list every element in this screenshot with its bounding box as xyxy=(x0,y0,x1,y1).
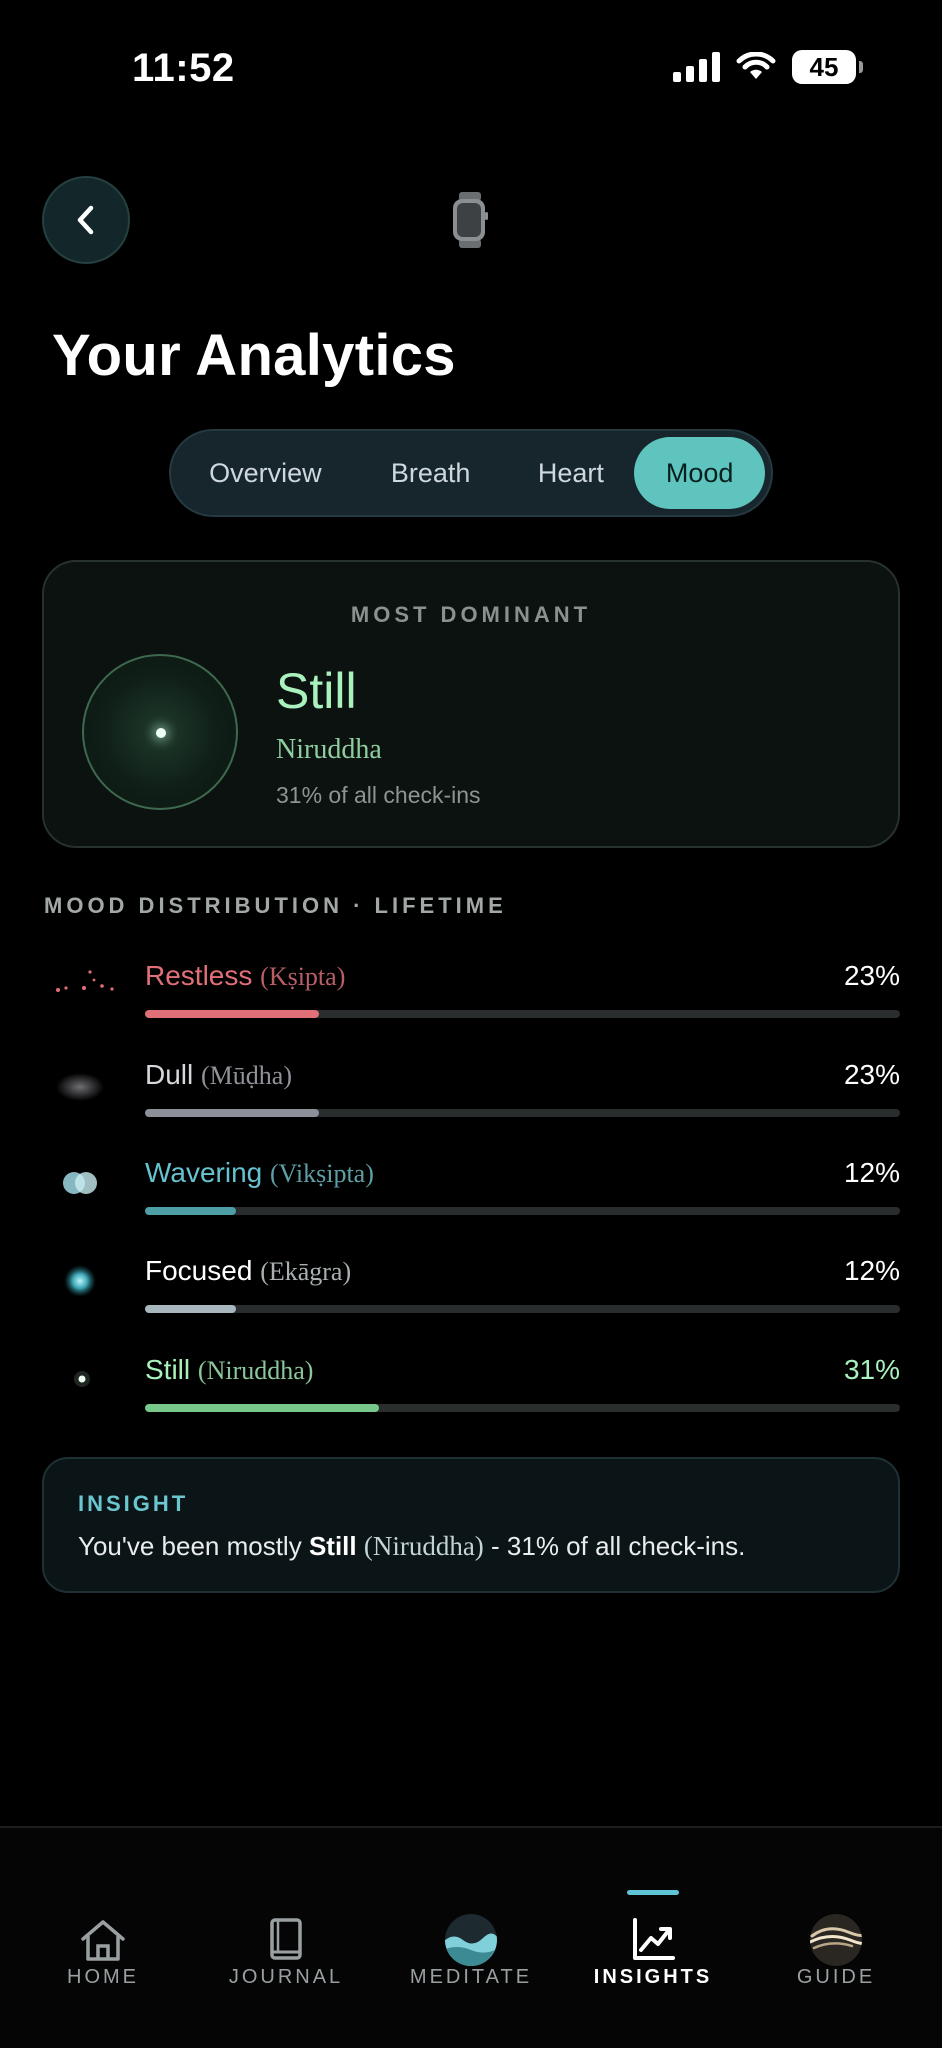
mood-name: Dull xyxy=(145,1059,194,1090)
nav-meditate[interactable]: MEDITATE xyxy=(377,1828,565,1988)
book-icon xyxy=(270,1918,302,1960)
bottom-nav: HOME JOURNAL MEDITATE INSIGHTS GUIDE xyxy=(0,1826,942,2048)
nav-label: JOURNAL xyxy=(228,1966,344,1988)
tab-mood[interactable]: Mood xyxy=(634,437,765,509)
mood-percent: 12% xyxy=(843,1157,900,1188)
mood-bar-fill xyxy=(145,1010,319,1018)
mood-label: Focused (Ekāgra) xyxy=(145,1255,351,1287)
wave-orb-icon xyxy=(445,1914,497,1966)
mood-sanskrit: (Vikṣipta) xyxy=(270,1159,374,1188)
mood-percent: 12% xyxy=(843,1255,900,1286)
tab-heart[interactable]: Heart xyxy=(508,437,635,509)
nav-journal[interactable]: JOURNAL xyxy=(192,1828,380,1988)
nav-label: GUIDE xyxy=(796,1966,876,1988)
active-tab-indicator xyxy=(627,1890,679,1895)
mood-bar-fill xyxy=(145,1404,380,1412)
wifi-icon xyxy=(736,52,776,79)
mood-row-dull[interactable]: Dull (Mūḍha) 23% xyxy=(44,1059,900,1139)
insight-sanskrit: (Niruddha) xyxy=(363,1531,484,1561)
chart-up-icon xyxy=(633,1918,675,1960)
page-title: Your Analytics xyxy=(52,323,456,388)
insight-card: INSIGHT You've been mostly Still (Nirudd… xyxy=(42,1457,900,1593)
mood-bar-track xyxy=(145,1305,900,1313)
dominant-mood-sanskrit: Niruddha xyxy=(276,734,382,765)
analytics-tabs: Overview Breath Heart Mood xyxy=(169,429,773,517)
glow-orb-icon xyxy=(64,1265,96,1297)
mood-bar-track xyxy=(145,1207,900,1215)
mood-name: Focused xyxy=(145,1255,253,1286)
nav-label: INSIGHTS xyxy=(593,1966,713,1988)
back-button[interactable] xyxy=(42,176,130,264)
still-orb-icon xyxy=(82,654,238,810)
mood-sanskrit: (Mūḍha) xyxy=(201,1061,292,1090)
cellular-signal-icon xyxy=(673,52,720,82)
nav-label: HOME xyxy=(67,1966,139,1988)
nav-home[interactable]: HOME xyxy=(9,1828,197,1988)
dominant-mood-share: 31% of all check-ins xyxy=(276,782,481,808)
status-time: 11:52 xyxy=(132,46,235,90)
mood-name: Restless xyxy=(145,960,253,991)
insight-label: INSIGHT xyxy=(78,1491,189,1516)
mood-row-wavering[interactable]: Wavering (Vikṣipta) 12% xyxy=(44,1157,900,1237)
nav-label: MEDITATE xyxy=(409,1966,533,1988)
guide-orb-icon xyxy=(810,1914,862,1966)
battery-icon: 45 xyxy=(792,50,863,84)
most-dominant-label: MOST DOMINANT xyxy=(350,602,592,627)
home-icon xyxy=(81,1920,125,1961)
mood-bar-fill xyxy=(145,1109,319,1117)
mood-percent: 23% xyxy=(843,960,900,991)
mood-row-still[interactable]: Still (Niruddha) 31% xyxy=(44,1354,900,1434)
mood-percent: 31% xyxy=(843,1354,900,1385)
mood-label: Wavering (Vikṣipta) xyxy=(145,1157,374,1189)
mood-sanskrit: (Ekāgra) xyxy=(260,1257,352,1286)
mood-sanskrit: (Niruddha) xyxy=(197,1356,314,1385)
status-indicators: 45 xyxy=(673,50,863,84)
blur-oval-icon xyxy=(56,1073,104,1101)
insight-suffix: - 31% of all check-ins. xyxy=(483,1531,746,1561)
nav-insights[interactable]: INSIGHTS xyxy=(559,1828,747,1988)
nav-guide[interactable]: GUIDE xyxy=(742,1828,930,1988)
mood-label: Still (Niruddha) xyxy=(145,1354,313,1386)
tab-overview[interactable]: Overview xyxy=(177,437,354,509)
mood-bar-track xyxy=(145,1404,900,1412)
mood-row-restless[interactable]: Restless (Kṣipta) 23% xyxy=(44,960,900,1040)
mood-label: Restless (Kṣipta) xyxy=(145,960,345,992)
mood-distribution-title: MOOD DISTRIBUTION · LIFETIME xyxy=(44,893,507,918)
mood-bar-track xyxy=(145,1109,900,1117)
insight-mood: Still xyxy=(308,1531,357,1561)
mood-bar-fill xyxy=(145,1207,236,1215)
mood-bar-fill xyxy=(145,1305,236,1313)
double-circle-icon xyxy=(63,1172,97,1194)
tab-breath[interactable]: Breath xyxy=(354,437,508,509)
mood-label: Dull (Mūḍha) xyxy=(145,1059,292,1091)
mood-bar-track xyxy=(145,1010,900,1018)
mood-sanskrit: (Kṣipta) xyxy=(260,962,346,991)
smartwatch-icon[interactable] xyxy=(448,192,492,248)
mood-row-focused[interactable]: Focused (Ekāgra) 12% xyxy=(44,1255,900,1335)
point-icon xyxy=(74,1371,90,1387)
mood-percent: 23% xyxy=(843,1059,900,1090)
dominant-mood-name: Still xyxy=(276,663,357,719)
insight-prefix: You've been mostly xyxy=(78,1531,309,1561)
insight-text: You've been mostly Still (Niruddha) - 31… xyxy=(78,1531,745,1562)
most-dominant-card: MOST DOMINANT Still Niruddha 31% of all … xyxy=(42,560,900,848)
chevron-left-icon xyxy=(77,205,94,235)
battery-level: 45 xyxy=(809,51,839,82)
mood-name: Still xyxy=(145,1354,191,1385)
mood-name: Wavering xyxy=(145,1157,263,1188)
scatter-dots-icon xyxy=(56,970,114,992)
